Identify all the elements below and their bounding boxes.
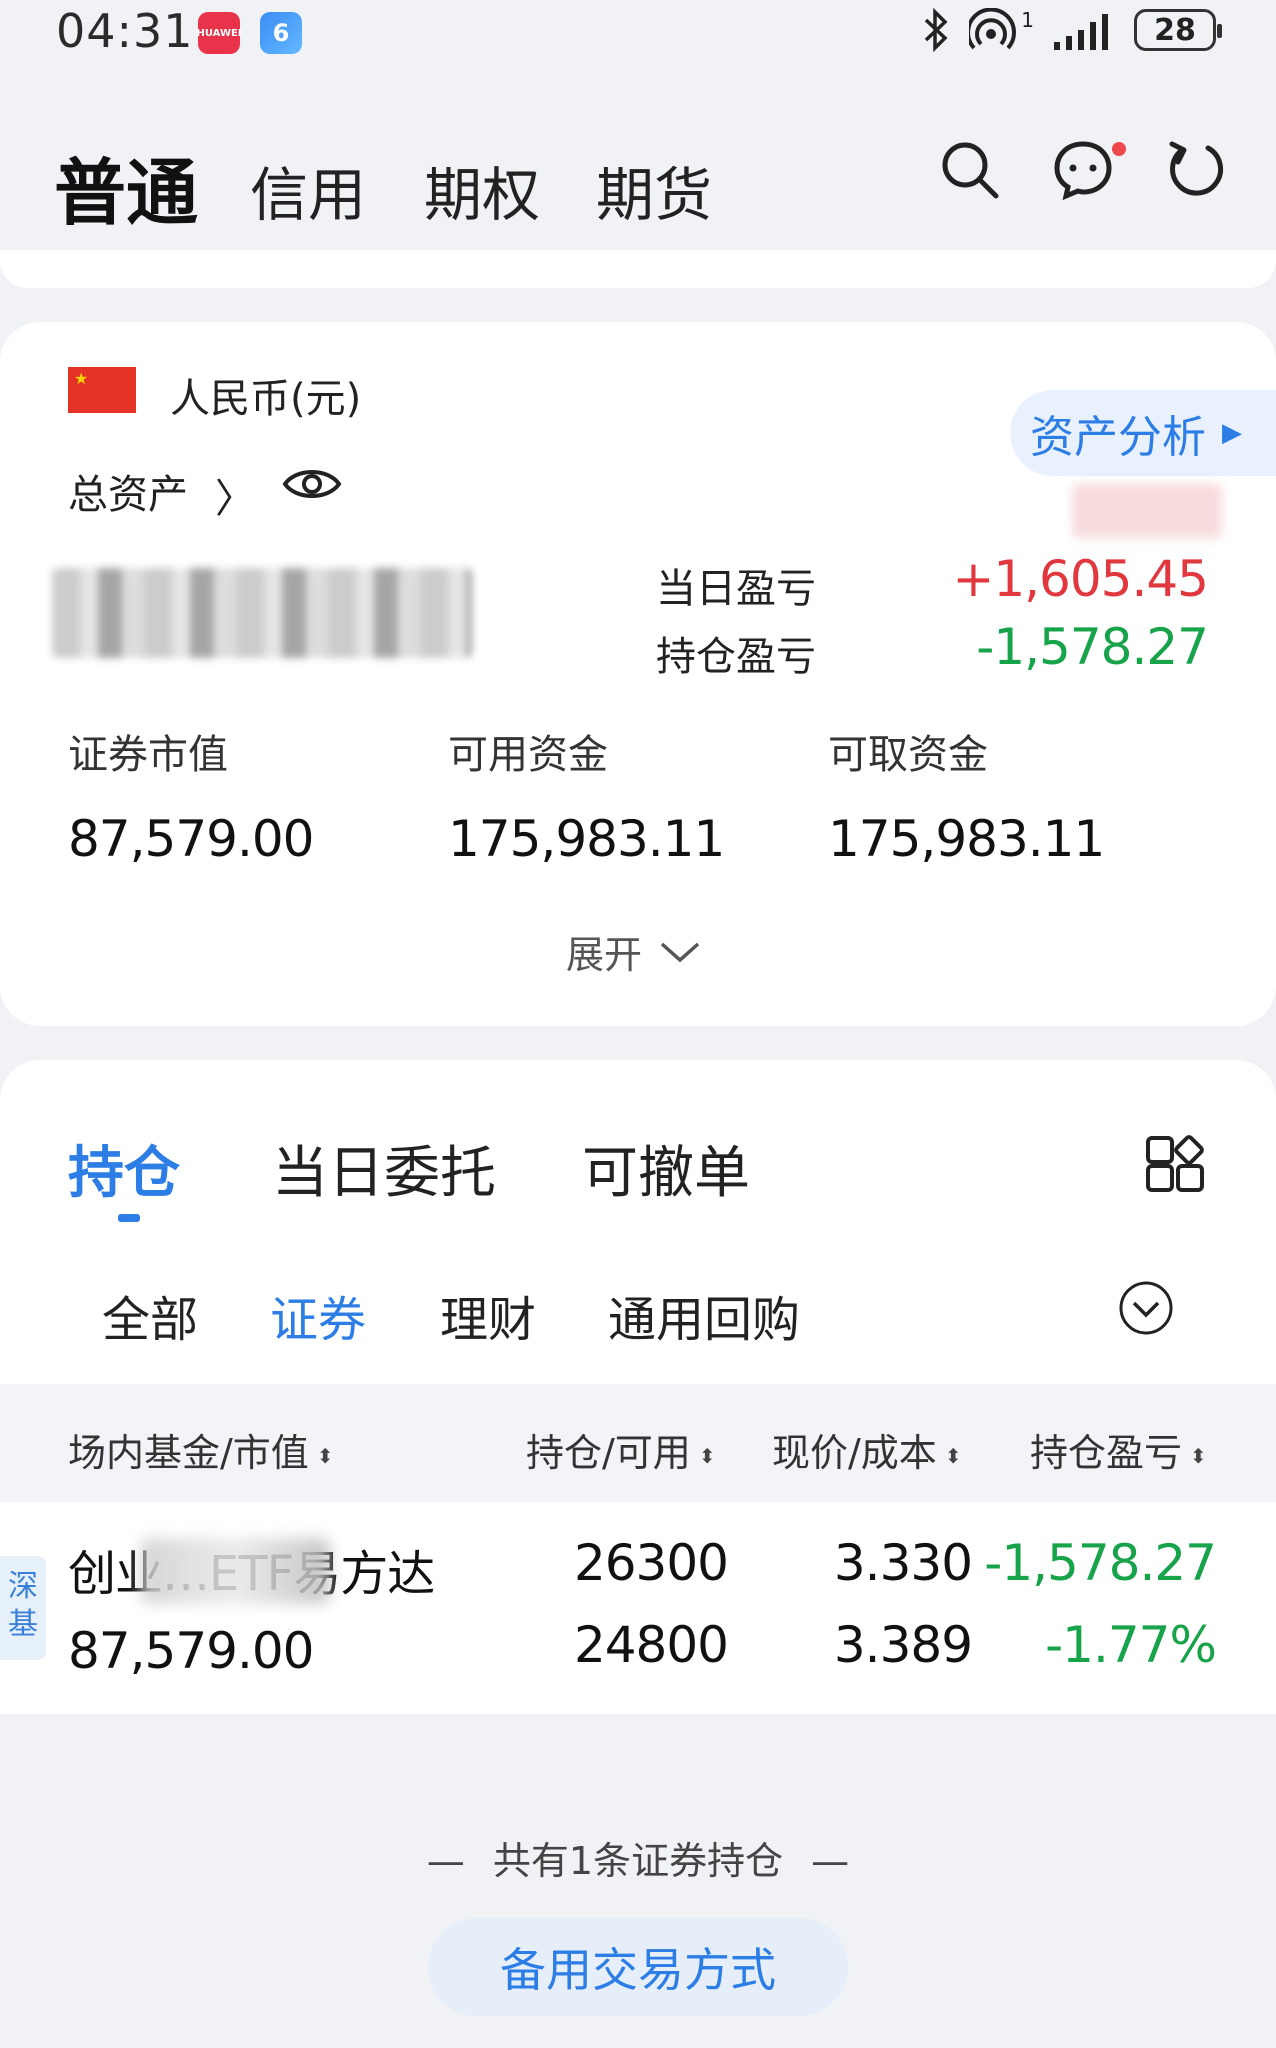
- expand-button[interactable]: 展开: [566, 924, 702, 979]
- daily-pnl-value: +1,605.45: [952, 550, 1209, 608]
- available-funds-amount: 175,983.11: [448, 810, 725, 868]
- tab-qihuo[interactable]: 期货: [596, 148, 712, 232]
- holding-pnl-label: 持仓盈亏: [656, 634, 816, 680]
- tab-qiquan[interactable]: 期权: [424, 148, 540, 232]
- column-price[interactable]: 现价/成本 ⬍: [772, 1422, 962, 1477]
- column-pnl[interactable]: 持仓盈亏 ⬍: [1030, 1422, 1207, 1477]
- total-assets-label[interactable]: 总资产: [68, 462, 188, 520]
- status-time: 04:31: [56, 4, 194, 58]
- withdrawable-funds-amount: 175,983.11: [828, 810, 1105, 868]
- top-strip: [0, 250, 1276, 288]
- fund-market-value: 87,579.00: [68, 1622, 314, 1680]
- signal-icon: [1054, 14, 1108, 50]
- subtab-repo[interactable]: 通用回购: [608, 1280, 800, 1350]
- row-pnl-pct: -1.77%: [1045, 1616, 1217, 1674]
- subtab-securities[interactable]: 证券: [270, 1280, 366, 1350]
- daily-pnl-label: 当日盈亏: [656, 566, 816, 612]
- tab-daily-orders[interactable]: 当日委托: [272, 1128, 496, 1209]
- grid-layout-icon[interactable]: [1144, 1134, 1206, 1196]
- blurred-overlay: [1072, 484, 1222, 538]
- refresh-icon[interactable]: [1164, 138, 1226, 200]
- subtab-all[interactable]: 全部: [102, 1280, 198, 1350]
- available-funds-label: 可用资金: [448, 732, 608, 778]
- current-price: 3.330: [833, 1534, 973, 1592]
- column-price-label: 现价/成本: [772, 1431, 937, 1475]
- chevron-right-icon[interactable]: 〉: [215, 466, 255, 524]
- unread-dot: [1112, 142, 1126, 156]
- huawei-app-icon: HUAWEI: [196, 12, 242, 54]
- tab-holdings[interactable]: 持仓: [68, 1128, 180, 1209]
- name-blurred-overlay: [140, 1538, 330, 1604]
- market-badge: 深基: [0, 1556, 46, 1660]
- triangle-right-icon: ▶: [1222, 418, 1242, 448]
- market-value-label: 证券市值: [68, 732, 228, 778]
- more-options-icon[interactable]: [1118, 1280, 1174, 1336]
- asset-analysis-button[interactable]: 资产分析 ▶: [1010, 390, 1276, 476]
- row-pnl: -1,578.27: [984, 1534, 1217, 1592]
- sort-icon: ⬍: [1190, 1443, 1207, 1468]
- column-fund-value-label: 场内基金/市值: [68, 1431, 309, 1475]
- chevron-down-icon: [660, 942, 700, 962]
- sort-icon: ⬍: [944, 1443, 962, 1468]
- subtab-wealth[interactable]: 理财: [440, 1280, 536, 1350]
- withdrawable-funds-label: 可取资金: [828, 732, 988, 778]
- sort-icon: ⬍: [698, 1443, 716, 1468]
- asset-analysis-label: 资产分析: [1030, 412, 1206, 463]
- china-flag-icon: ★: [68, 367, 136, 413]
- status-icons: 1 28: [921, 8, 1222, 52]
- eye-icon[interactable]: [282, 462, 342, 506]
- cost-price: 3.389: [833, 1616, 973, 1674]
- search-icon[interactable]: [938, 138, 1000, 200]
- dash-right: —: [811, 1839, 850, 1883]
- six-app-icon: 6: [260, 12, 302, 54]
- active-tab-indicator: [118, 1214, 140, 1222]
- currency-label: 人民币(元): [170, 376, 362, 422]
- battery-icon: 28: [1134, 9, 1222, 51]
- column-fund-value[interactable]: 场内基金/市值 ⬍: [68, 1422, 334, 1477]
- expand-label: 展开: [566, 933, 643, 977]
- holding-pnl-value: -1,578.27: [976, 618, 1209, 676]
- total-assets-value-blurred: [52, 568, 472, 658]
- tab-cancelable-orders[interactable]: 可撤单: [582, 1128, 750, 1209]
- column-pnl-label: 持仓盈亏: [1030, 1431, 1183, 1475]
- signal-label: 1: [1021, 8, 1034, 32]
- backup-trading-button[interactable]: 备用交易方式: [428, 1918, 848, 2016]
- market-value-amount: 87,579.00: [68, 810, 314, 868]
- available-qty: 24800: [573, 1616, 729, 1674]
- holdings-count: — 共有1条证券持仓 —: [0, 1830, 1276, 1885]
- message-icon[interactable]: [1052, 138, 1114, 200]
- sort-icon: ⬍: [316, 1443, 334, 1468]
- position-qty: 26300: [573, 1534, 729, 1592]
- holdings-count-text: 共有1条证券持仓: [492, 1839, 784, 1883]
- hotspot-icon: [969, 8, 1017, 50]
- column-position-label: 持仓/可用: [526, 1431, 691, 1475]
- tab-putong[interactable]: 普通: [54, 134, 198, 239]
- column-position[interactable]: 持仓/可用 ⬍: [526, 1422, 716, 1477]
- dash-left: —: [426, 1839, 465, 1883]
- bluetooth-icon: [925, 8, 948, 52]
- tab-xinyong[interactable]: 信用: [250, 148, 366, 232]
